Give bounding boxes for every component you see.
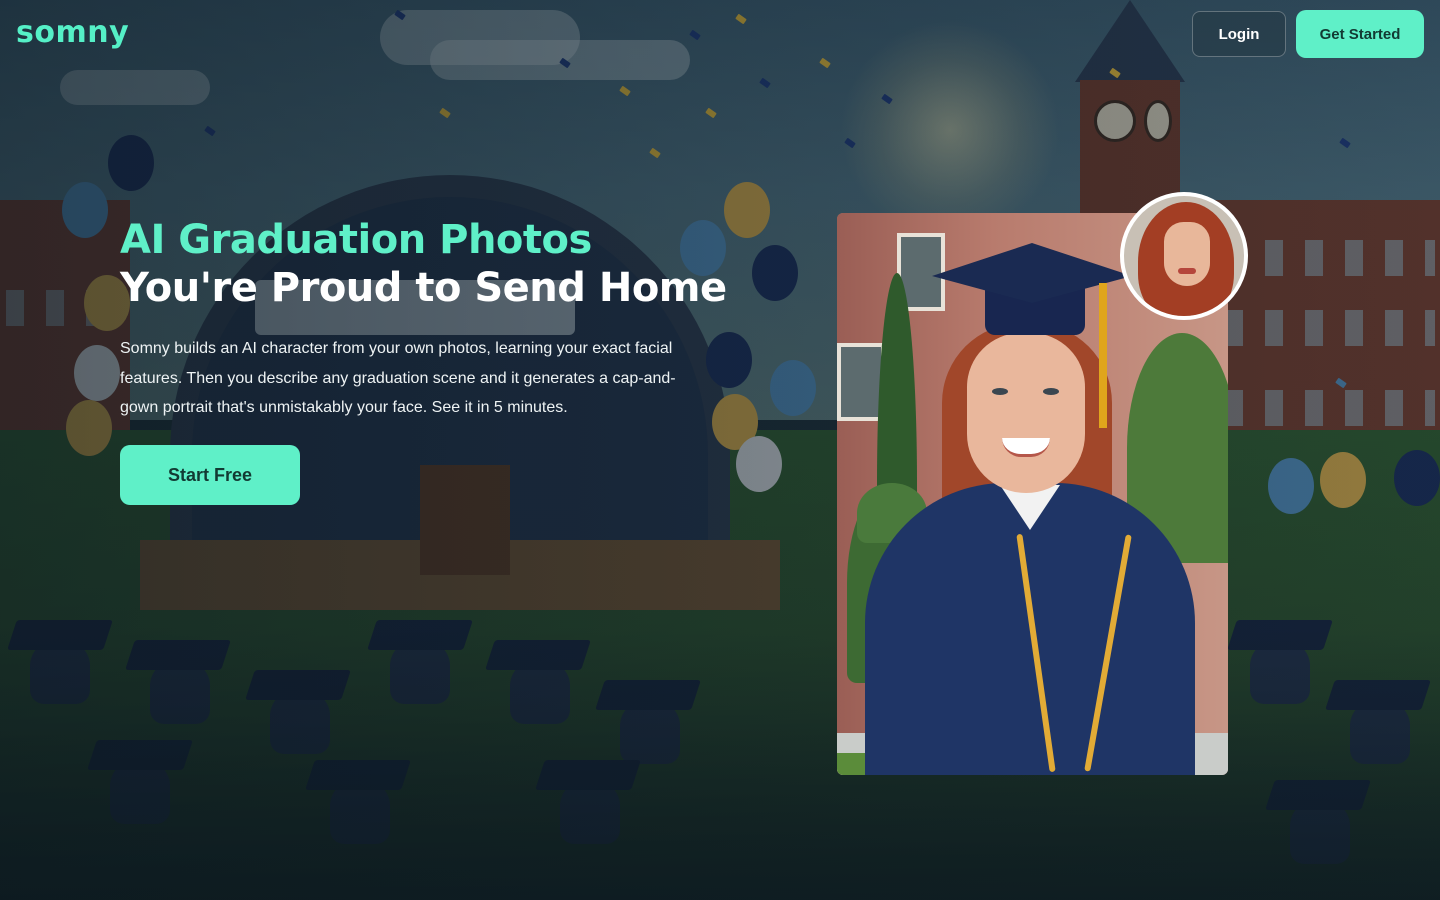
get-started-button[interactable]: Get Started [1296,10,1424,58]
tassel [1099,283,1107,428]
hero-title-accent: AI Graduation Photos [120,217,592,263]
avatar-lips [1178,268,1196,274]
login-button[interactable]: Login [1192,11,1286,57]
eye [992,388,1008,395]
hero-description: Somny builds an AI character from your o… [120,340,676,416]
face [967,333,1085,493]
avatar-face [1164,222,1210,286]
landing-page: somny Login Get Started AI Graduation Ph… [0,0,1440,900]
hero-title: You're Proud to Send Home [120,265,727,311]
start-free-button[interactable]: Start Free [120,445,300,505]
hero-section: AI Graduation Photos You're Proud to Sen… [120,216,727,423]
logo[interactable]: somny [16,15,129,50]
reference-avatar [1120,192,1248,320]
eye [1043,388,1059,395]
